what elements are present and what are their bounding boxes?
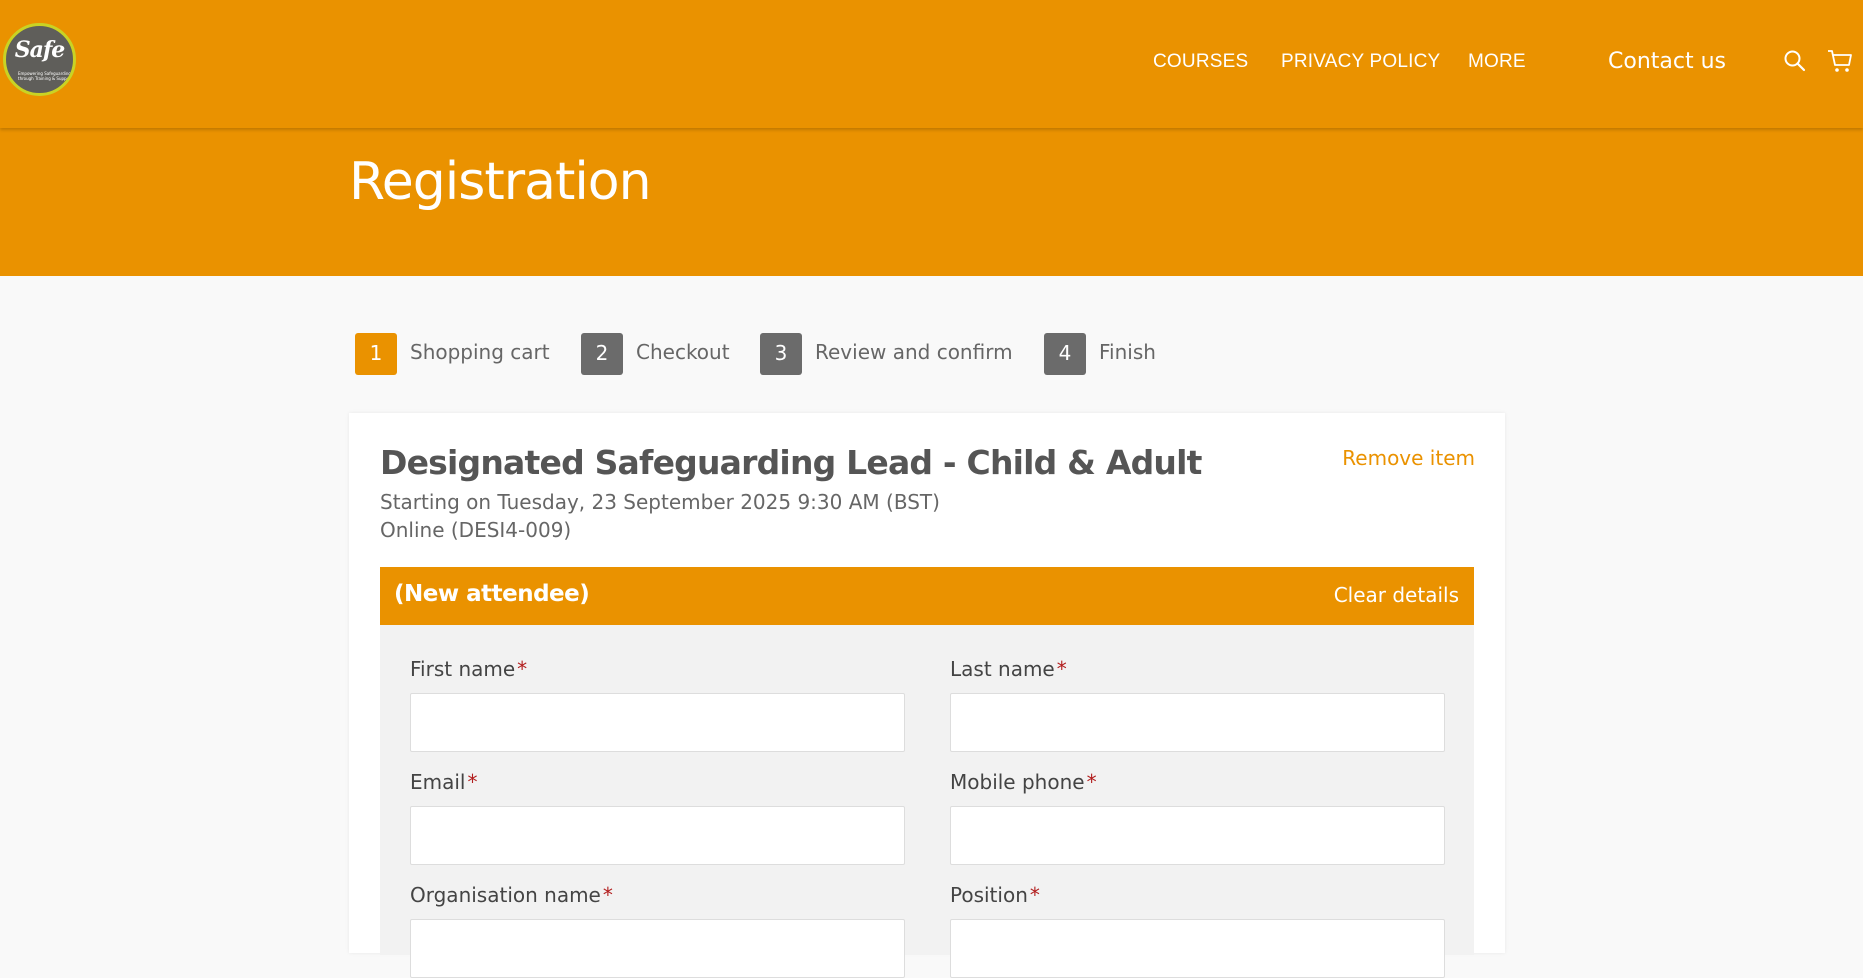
- position-field[interactable]: [950, 919, 1445, 978]
- page-title: Registration: [349, 152, 652, 212]
- first-name-label-text: First name: [410, 657, 516, 681]
- step-label: Checkout: [636, 340, 730, 364]
- nav-courses-link[interactable]: COURSES: [1153, 51, 1248, 73]
- required-mark: *: [602, 883, 613, 907]
- last-name-label: Last name *: [950, 657, 1067, 681]
- remove-item-link[interactable]: Remove item: [1342, 446, 1475, 470]
- cart-icon[interactable]: [1827, 49, 1853, 77]
- mobile-phone-label: Mobile phone *: [950, 770, 1097, 794]
- attendee-header: (New attendee) Clear details: [380, 567, 1474, 625]
- required-mark: *: [1029, 883, 1040, 907]
- required-mark: *: [1086, 770, 1097, 794]
- email-field[interactable]: [410, 806, 905, 865]
- search-icon[interactable]: [1783, 49, 1807, 77]
- organisation-name-field[interactable]: [410, 919, 905, 978]
- course-start-date: Starting on Tuesday, 23 September 2025 9…: [380, 490, 940, 514]
- last-name-label-text: Last name: [950, 657, 1055, 681]
- position-label-text: Position: [950, 883, 1028, 907]
- position-label: Position *: [950, 883, 1040, 907]
- attendee-name: (New attendee): [394, 581, 590, 607]
- nav-privacy-policy-link[interactable]: PRIVACY POLICY: [1281, 51, 1440, 73]
- required-mark: *: [467, 770, 478, 794]
- organisation-name-label-text: Organisation name: [410, 883, 601, 907]
- step-label: Finish: [1099, 340, 1156, 364]
- step-number: 4: [1044, 333, 1086, 375]
- required-mark: *: [517, 657, 528, 681]
- mobile-phone-label-text: Mobile phone: [950, 770, 1085, 794]
- attendee-form: First name * Last name * Email * Mobile pho…: [380, 625, 1474, 978]
- email-label-text: Email: [410, 770, 466, 794]
- step-number: 2: [581, 333, 623, 375]
- contact-us-link[interactable]: Contact us: [1608, 49, 1726, 74]
- page-banner: Registration: [0, 128, 1863, 276]
- clear-details-link[interactable]: Clear details: [1334, 583, 1459, 607]
- safe-logo[interactable]: Safe Empowering Safeguarding through Trai…: [3, 23, 76, 96]
- step-number: 3: [760, 333, 802, 375]
- cart-item-card: Designated Safeguarding Lead - Child & A…: [349, 413, 1505, 978]
- top-navigation-bar: Safe Empowering Safeguarding through Trai…: [0, 0, 1863, 128]
- last-name-field[interactable]: [950, 693, 1445, 752]
- step-label: Review and confirm: [815, 340, 1013, 364]
- logo-tagline: Empowering Safeguarding through Training …: [18, 71, 73, 81]
- logo-word: Safe: [14, 37, 66, 63]
- course-title: Designated Safeguarding Lead - Child & A…: [380, 443, 1202, 482]
- mobile-phone-field[interactable]: [950, 806, 1445, 865]
- nav-more-link[interactable]: MORE: [1468, 51, 1526, 73]
- first-name-field[interactable]: [410, 693, 905, 752]
- step-number: 1: [355, 333, 397, 375]
- course-location: Online (DESI4-009): [380, 518, 572, 542]
- email-label: Email *: [410, 770, 478, 794]
- step-label: Shopping cart: [410, 340, 550, 364]
- organisation-name-label: Organisation name *: [410, 883, 613, 907]
- first-name-label: First name *: [410, 657, 527, 681]
- required-mark: *: [1056, 657, 1067, 681]
